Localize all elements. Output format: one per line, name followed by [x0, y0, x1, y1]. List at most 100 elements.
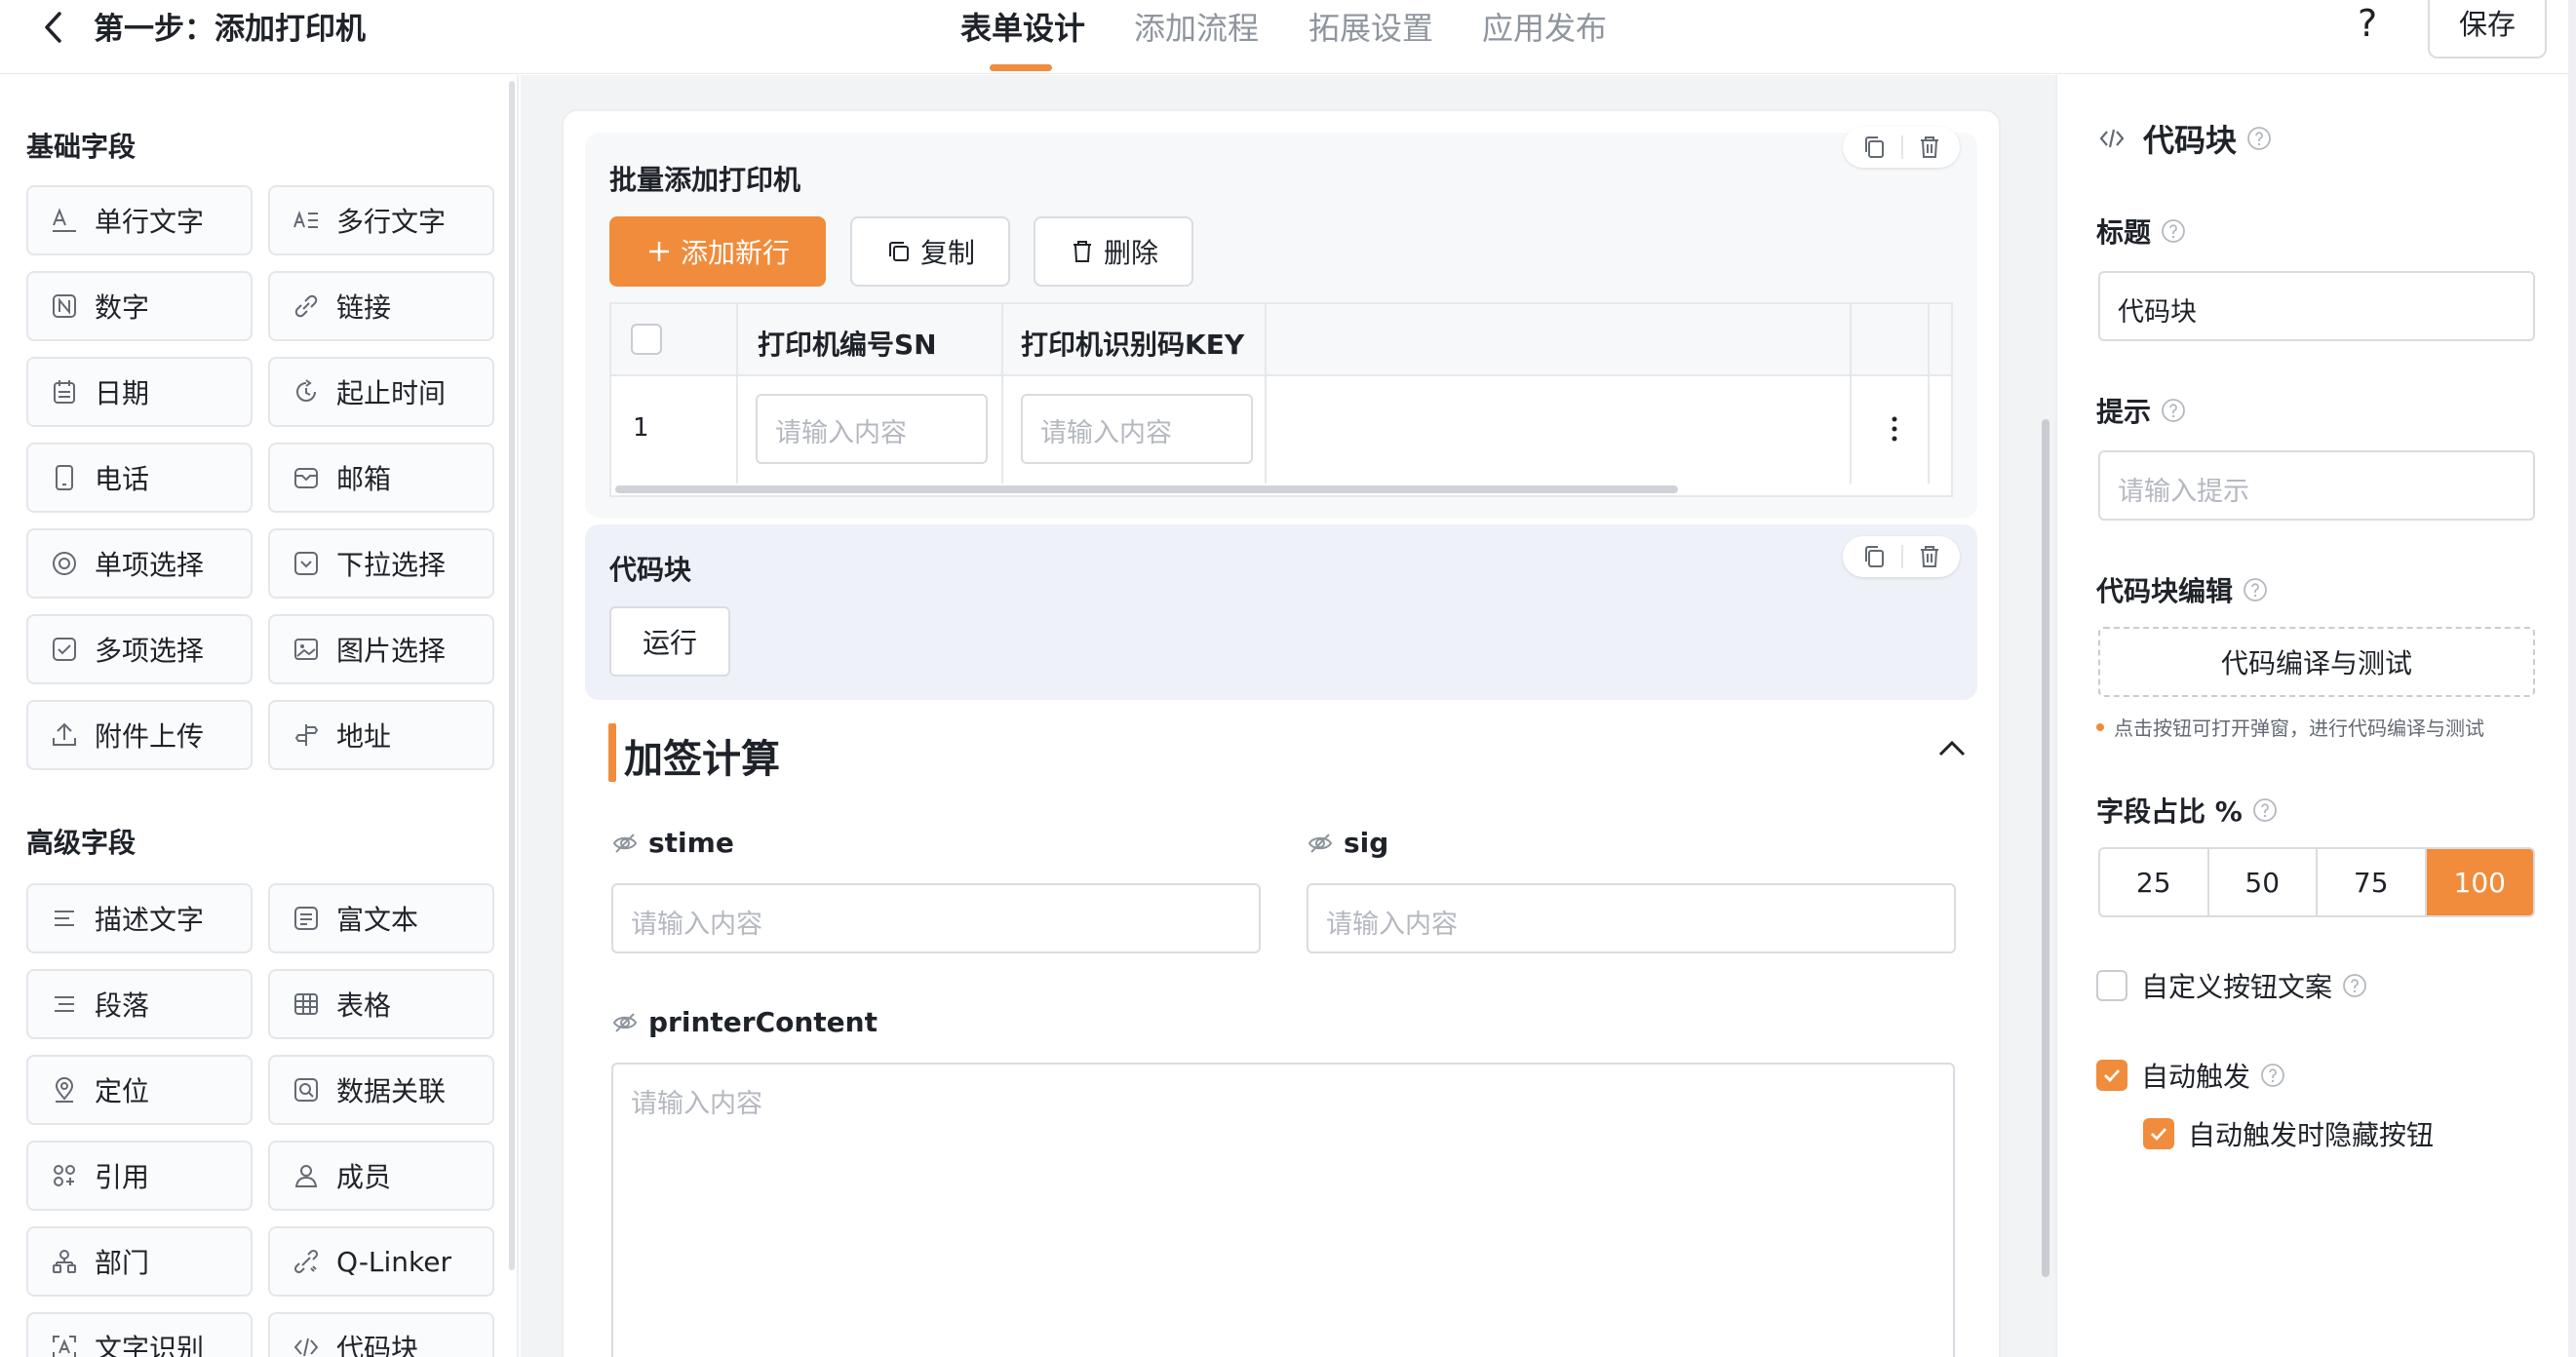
- tab-extension-settings[interactable]: 拓展设置: [1308, 4, 1433, 49]
- code-icon: [293, 1338, 319, 1357]
- palette-item-link[interactable]: 链接: [268, 271, 494, 341]
- back-arrow-icon[interactable]: [35, 8, 74, 47]
- palette-item-label: 日期: [95, 377, 150, 409]
- palette-item-paragraph[interactable]: 段落: [26, 969, 253, 1039]
- palette-item-number[interactable]: 数字: [26, 271, 253, 341]
- palette-item-label: 单行文字: [95, 206, 205, 238]
- copy-icon[interactable]: [1860, 542, 1890, 571]
- add-row-button[interactable]: 添加新行: [609, 216, 826, 287]
- palette-item-code-block[interactable]: 代码块: [268, 1312, 494, 1357]
- palette-item-location[interactable]: 定位: [26, 1055, 253, 1125]
- palette-item-label: 段落: [95, 989, 150, 1022]
- code-block[interactable]: 代码块 运行: [585, 524, 1977, 700]
- palette-item-image[interactable]: 图片选择: [268, 614, 494, 684]
- code-compile-test-button[interactable]: 代码编译与测试: [2098, 627, 2535, 697]
- width-option-100[interactable]: 100: [2426, 849, 2533, 915]
- more-vertical-icon[interactable]: [1877, 409, 1912, 448]
- subtable-horizontal-scrollbar[interactable]: [615, 485, 1678, 493]
- column-divider: [736, 304, 738, 484]
- stime-input[interactable]: 请输入内容: [611, 883, 1261, 953]
- width-option-25[interactable]: 25: [2100, 849, 2209, 915]
- number-icon: [53, 294, 76, 318]
- width-option-50[interactable]: 50: [2209, 849, 2318, 915]
- auto-trigger-checkbox[interactable]: [2096, 1060, 2127, 1091]
- palette-scrollbar[interactable]: [509, 81, 515, 1270]
- hide-button-option[interactable]: 自动触发时隐藏按钮: [2143, 1114, 2434, 1153]
- field-label-stime: stime: [611, 827, 734, 859]
- subtable-title: 批量添加打印机: [609, 164, 801, 196]
- question-circle-icon[interactable]: [2252, 797, 2278, 823]
- palette-item-q-linker[interactable]: Q-Linker: [268, 1226, 494, 1297]
- width-option-75[interactable]: 75: [2318, 849, 2427, 915]
- title-input[interactable]: 代码块: [2098, 271, 2535, 341]
- hide-button-checkbox[interactable]: [2143, 1118, 2174, 1149]
- tab-app-publish[interactable]: 应用发布: [1482, 4, 1607, 49]
- delete-rows-button[interactable]: 删除: [1034, 216, 1193, 287]
- palette-item-ocr[interactable]: 文字识别: [26, 1312, 253, 1357]
- chevron-up-icon[interactable]: [1934, 731, 1970, 766]
- key-input[interactable]: 请输入内容: [1021, 394, 1253, 464]
- basic-fields-title: 基础字段: [26, 131, 137, 163]
- palette-item-date[interactable]: 日期: [26, 357, 253, 427]
- printer-content-textarea[interactable]: 请输入内容: [611, 1063, 1955, 1357]
- column-header-sn: 打印机编号SN: [758, 329, 937, 361]
- palette-item-address[interactable]: 地址: [268, 700, 494, 770]
- palette-item-rich-text[interactable]: 富文本: [268, 883, 494, 953]
- custom-button-text-checkbox[interactable]: [2096, 970, 2127, 1001]
- run-button[interactable]: 运行: [609, 606, 730, 677]
- palette-item-mail[interactable]: 邮箱: [268, 443, 494, 513]
- sn-input[interactable]: 请输入内容: [756, 394, 988, 464]
- question-circle-icon[interactable]: [2342, 973, 2367, 998]
- canvas-scrollbar[interactable]: [2042, 419, 2049, 1277]
- toolbar-divider: [1901, 136, 1903, 159]
- properties-panel: 代码块 标题 代码块 提示 请输入提示 代码块编辑 代码编译与测试 点击按钮可打…: [2055, 75, 2568, 1357]
- palette-item-label: 下拉选择: [336, 549, 447, 581]
- select-all-checkbox[interactable]: [631, 324, 662, 355]
- field-palette: 基础字段 单行文字 数字 日期 电话 单项选择 多项选择 附件上传 多行文字 链…: [0, 75, 519, 1357]
- palette-item-checkbox[interactable]: 多项选择: [26, 614, 253, 684]
- copy-rows-button[interactable]: 复制: [850, 216, 1010, 287]
- palette-item-radio[interactable]: 单项选择: [26, 528, 253, 599]
- tab-add-flow[interactable]: 添加流程: [1134, 4, 1259, 49]
- trash-icon[interactable]: [1915, 542, 1944, 571]
- tab-form-design[interactable]: 表单设计: [960, 4, 1085, 49]
- palette-item-reference[interactable]: 引用: [26, 1141, 253, 1211]
- subtable-block[interactable]: 批量添加打印机 添加新行 复制 删除 打印机编号SN 打印机识别码KEY 1 请…: [585, 127, 1977, 518]
- hint-input[interactable]: 请输入提示: [2098, 450, 2535, 521]
- question-circle-icon[interactable]: [2161, 218, 2186, 244]
- question-circle-icon[interactable]: [2161, 398, 2186, 423]
- auto-trigger-option[interactable]: 自动触发: [2096, 1056, 2285, 1095]
- palette-item-phone[interactable]: 电话: [26, 443, 253, 513]
- palette-item-single-line-text[interactable]: 单行文字: [26, 185, 253, 255]
- reference-icon: [54, 1165, 75, 1186]
- field-label-text: sig: [1344, 827, 1389, 859]
- sig-input[interactable]: 请输入内容: [1307, 883, 1956, 953]
- save-button[interactable]: 保存: [2428, 0, 2547, 58]
- question-circle-icon[interactable]: [2243, 577, 2268, 602]
- help-icon[interactable]: ?: [2358, 2, 2377, 45]
- radio-icon: [53, 552, 76, 575]
- copy-icon[interactable]: [1860, 133, 1890, 162]
- question-circle-icon[interactable]: [2260, 1063, 2285, 1088]
- eye-hidden-icon: [612, 1012, 638, 1032]
- custom-button-text-option[interactable]: 自定义按钮文案: [2096, 966, 2367, 1005]
- department-icon: [53, 1250, 76, 1273]
- palette-item-label: 附件上传: [95, 720, 205, 753]
- column-divider: [1265, 304, 1267, 484]
- palette-item-time-range[interactable]: 起止时间: [268, 357, 494, 427]
- calendar-icon: [54, 380, 75, 404]
- trash-icon[interactable]: [1915, 133, 1944, 162]
- question-circle-icon[interactable]: [2246, 126, 2272, 151]
- palette-item-description[interactable]: 描述文字: [26, 883, 253, 953]
- palette-item-member[interactable]: 成员: [268, 1141, 494, 1211]
- hint-dot: [2096, 722, 2104, 731]
- palette-item-data-link[interactable]: 数据关联: [268, 1055, 494, 1125]
- palette-item-label: 代码块: [336, 1333, 419, 1357]
- trash-icon: [1073, 241, 1091, 262]
- palette-item-multi-line-text[interactable]: 多行文字: [268, 185, 494, 255]
- palette-item-table[interactable]: 表格: [268, 969, 494, 1039]
- palette-item-dropdown[interactable]: 下拉选择: [268, 528, 494, 599]
- palette-item-upload[interactable]: 附件上传: [26, 700, 253, 770]
- palette-item-label: 文字识别: [95, 1333, 205, 1357]
- palette-item-department[interactable]: 部门: [26, 1226, 253, 1297]
